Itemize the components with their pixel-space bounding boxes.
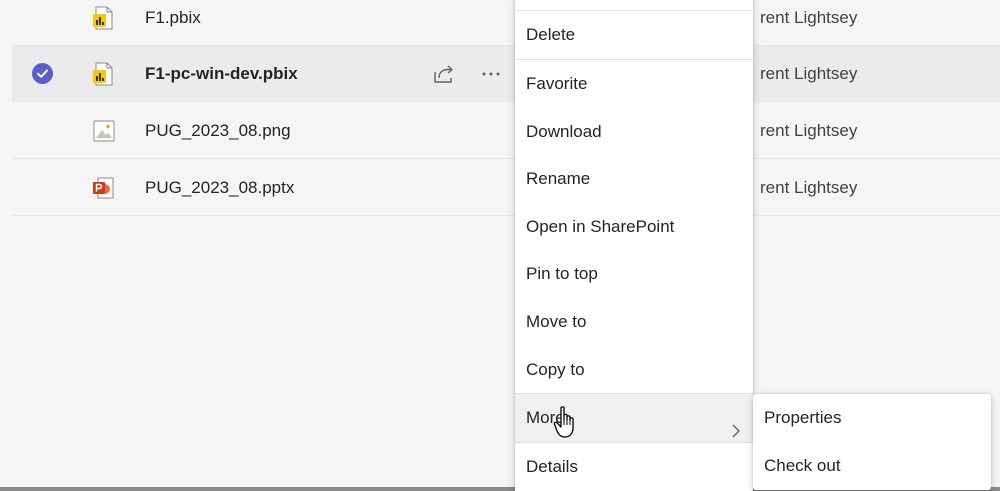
menu-item-download[interactable]: Download: [515, 108, 753, 156]
pbix-file-icon: [92, 6, 116, 30]
powerpoint-file-icon: [92, 176, 116, 200]
share-icon[interactable]: [430, 60, 458, 88]
more-submenu: Properties Check out: [753, 394, 991, 490]
file-row[interactable]: F1.pbix rent Lightsey: [12, 0, 1000, 46]
context-menu: Delete Favorite Download Rename Open in …: [515, 0, 753, 491]
pbix-file-icon: [92, 62, 116, 86]
file-row[interactable]: PUG_2023_08.png rent Lightsey: [12, 103, 1000, 159]
chevron-right-icon: [729, 410, 743, 438]
menu-item-more[interactable]: More: [515, 394, 753, 442]
file-row-selected[interactable]: F1-pc-win-dev.pbix rent Lightsey: [12, 46, 1000, 102]
menu-item-copy-to[interactable]: Copy to: [515, 346, 753, 394]
files-view: F1.pbix rent Lightsey F1-pc-win-dev.pbix: [0, 0, 1000, 491]
file-row[interactable]: PUG_2023_08.pptx rent Lightsey: [12, 160, 1000, 216]
menu-item-delete[interactable]: Delete: [515, 11, 753, 59]
file-name[interactable]: F1.pbix: [145, 0, 201, 46]
menu-item-open-in-sharepoint[interactable]: Open in SharePoint: [515, 203, 753, 251]
menu-item-details[interactable]: Details: [515, 443, 753, 491]
menu-item-rename[interactable]: Rename: [515, 155, 753, 203]
file-name[interactable]: PUG_2023_08.pptx: [145, 160, 294, 216]
image-file-icon: [92, 119, 116, 143]
modified-by: rent Lightsey: [760, 8, 858, 27]
menu-item-pin-to-top[interactable]: Pin to top: [515, 250, 753, 298]
more-options-icon[interactable]: [477, 60, 505, 88]
modified-by: rent Lightsey: [760, 178, 858, 197]
file-name[interactable]: PUG_2023_08.png: [145, 103, 291, 159]
hand-cursor-icon: [553, 405, 579, 441]
selected-check-icon[interactable]: [32, 63, 53, 84]
submenu-item-check-out[interactable]: Check out: [753, 442, 991, 490]
modified-by: rent Lightsey: [760, 121, 858, 140]
menu-item-favorite[interactable]: Favorite: [515, 60, 753, 108]
modified-by: rent Lightsey: [760, 64, 858, 83]
menu-item-move-to[interactable]: Move to: [515, 298, 753, 346]
submenu-item-properties[interactable]: Properties: [753, 394, 991, 442]
file-name[interactable]: F1-pc-win-dev.pbix: [145, 46, 298, 102]
